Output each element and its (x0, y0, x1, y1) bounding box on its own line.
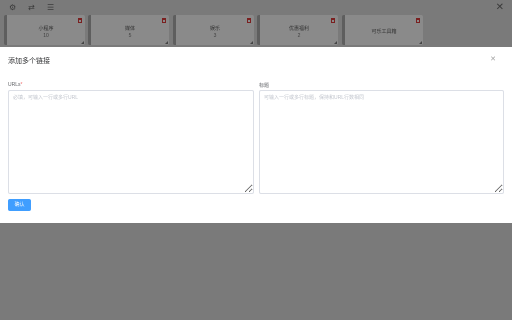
card-title: 小程序 (38, 26, 54, 32)
card-count: 2 (297, 33, 301, 39)
category-card-toolbox[interactable]: 可乐工具箱 (342, 15, 423, 45)
delete-icon[interactable] (331, 18, 335, 23)
card-count: 10 (43, 33, 49, 39)
titles-label: 标题 (259, 83, 270, 89)
card-title: 可乐工具箱 (371, 29, 397, 35)
category-card-deals[interactable]: 优惠福利 2 (257, 15, 338, 45)
urls-label: URLs* (8, 82, 22, 88)
delete-icon[interactable] (247, 18, 251, 23)
category-card-entertainment[interactable]: 娱乐 3 (173, 15, 254, 45)
delete-icon[interactable] (416, 18, 420, 23)
card-count: 3 (213, 33, 217, 39)
urls-label-text: URLs (8, 82, 21, 88)
resize-handle[interactable] (419, 41, 422, 44)
window-close-icon[interactable]: ✕ (496, 2, 504, 14)
close-icon[interactable]: ✕ (490, 56, 496, 64)
refresh-icon[interactable]: ⇄ (28, 3, 35, 13)
settings-icon[interactable]: ⚙ (9, 3, 16, 13)
resize-handle[interactable] (334, 41, 337, 44)
required-mark: * (20, 82, 23, 88)
card-count: 5 (128, 33, 132, 39)
titles-textarea[interactable] (259, 90, 504, 194)
resize-handle[interactable] (250, 41, 253, 44)
resize-handle[interactable] (165, 41, 168, 44)
resize-handle[interactable] (81, 41, 84, 44)
dialog-title: 添加多个链接 (8, 58, 50, 65)
card-title: 娱乐 (209, 26, 220, 32)
add-links-dialog: 添加多个链接 ✕ URLs* 标题 确认 (0, 47, 512, 223)
confirm-button[interactable]: 确认 (8, 199, 31, 211)
urls-textarea[interactable] (8, 90, 254, 194)
delete-icon[interactable] (162, 18, 166, 23)
delete-icon[interactable] (78, 18, 82, 23)
category-card-media[interactable]: 媒体 5 (88, 15, 169, 45)
category-card-miniprogram[interactable]: 小程序 10 (4, 15, 85, 45)
list-icon[interactable]: ☰ (47, 3, 54, 13)
card-title: 媒体 (124, 26, 135, 32)
card-title: 优惠福利 (288, 26, 309, 32)
